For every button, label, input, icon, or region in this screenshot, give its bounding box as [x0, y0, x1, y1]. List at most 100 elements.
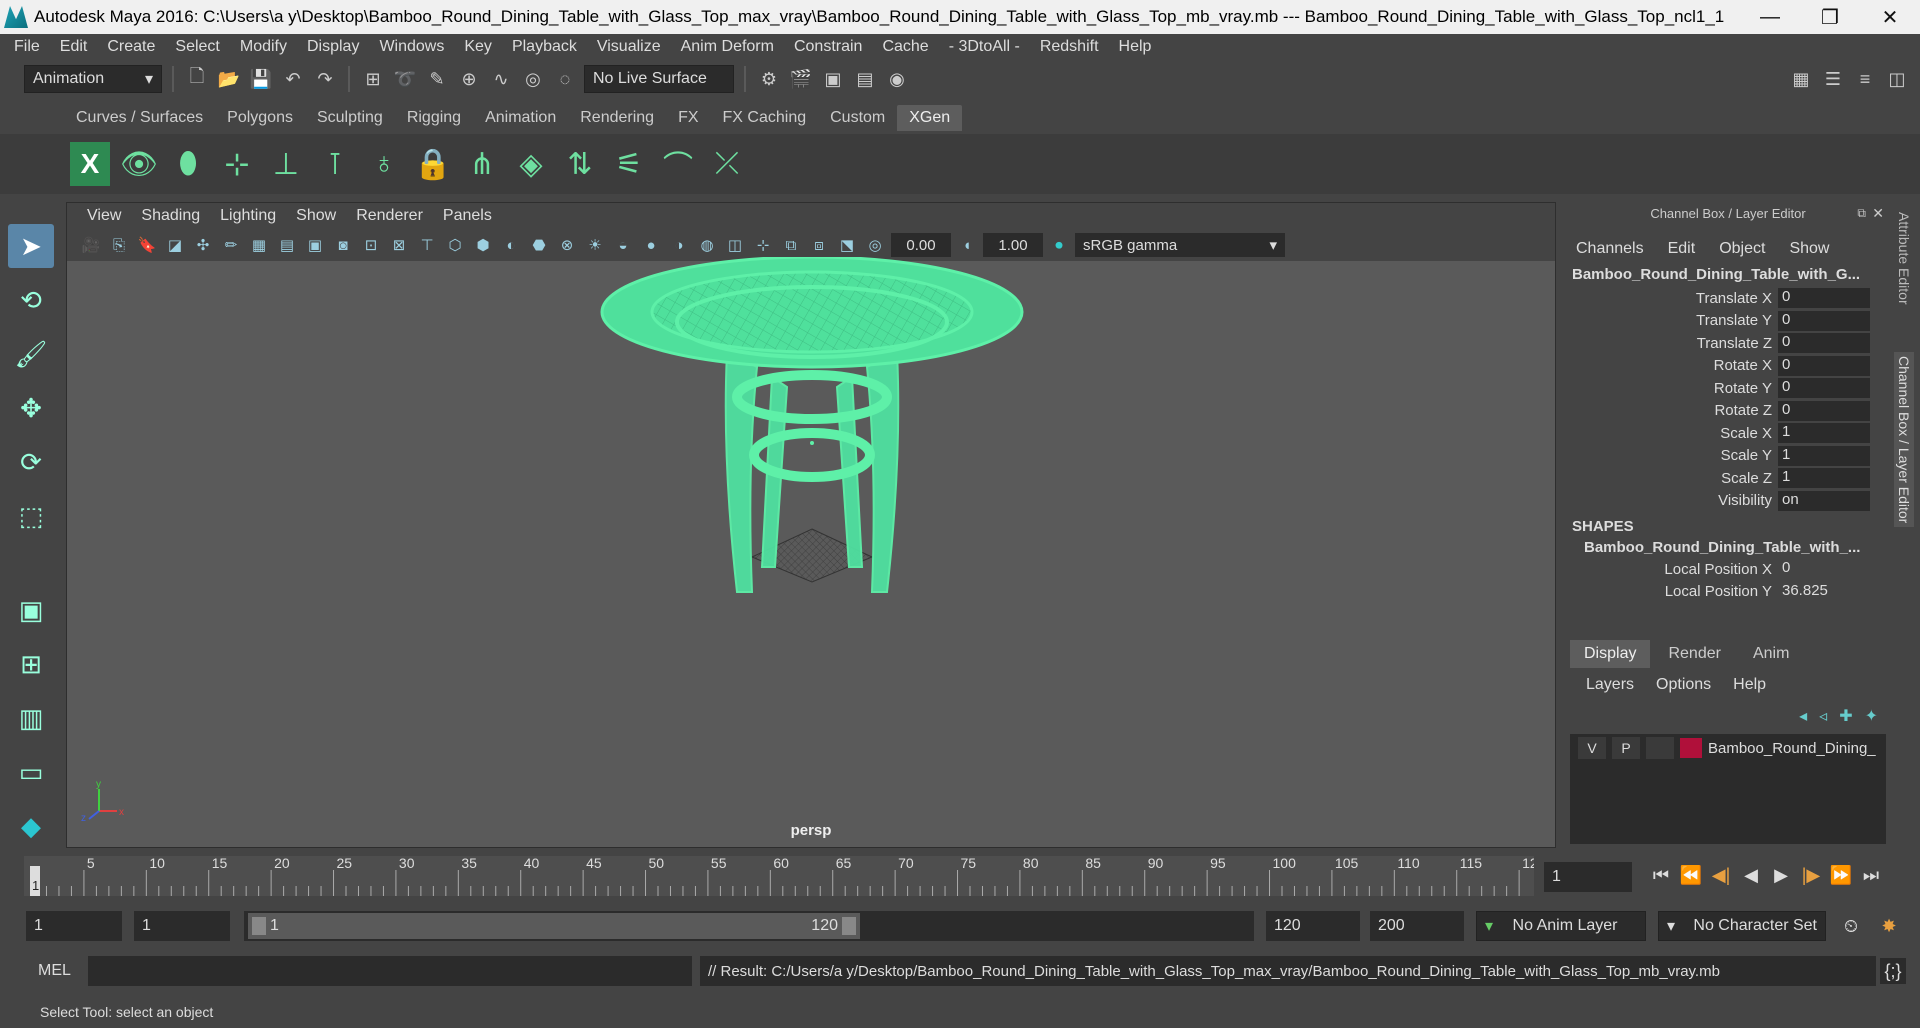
- move-tool-icon[interactable]: ✥: [8, 386, 54, 430]
- bamboo-table-wireframe[interactable]: [597, 257, 1027, 607]
- shelf-tab-fx[interactable]: FX: [666, 105, 710, 131]
- range-start-grip[interactable]: [252, 917, 266, 935]
- use-all-lights-icon[interactable]: ☀: [583, 233, 607, 257]
- image-plane-icon[interactable]: ◪: [163, 233, 187, 257]
- attr-value-field[interactable]: 0: [1778, 355, 1870, 376]
- 2d-pan-icon[interactable]: ✣: [191, 233, 215, 257]
- xgen-add-guide-icon[interactable]: ⊥: [266, 142, 306, 186]
- menu-key[interactable]: Key: [454, 38, 502, 56]
- viewport-menu-view[interactable]: View: [77, 207, 131, 225]
- move-layer-down-icon[interactable]: ◃: [1819, 706, 1827, 726]
- tool-settings-toggle-icon[interactable]: ≡: [1852, 66, 1878, 92]
- exposure-icon[interactable]: ◎: [863, 233, 887, 257]
- xgen-guide-lock-icon[interactable]: ♁: [364, 142, 404, 186]
- current-frame-field[interactable]: 1: [1544, 862, 1632, 892]
- xgen-place-guide-icon[interactable]: ⊹: [217, 142, 257, 186]
- lasso-select-icon[interactable]: ➰: [392, 66, 418, 92]
- wireframe-on-shaded-icon[interactable]: ◐: [499, 233, 523, 257]
- layer-tab-anim[interactable]: Anim: [1739, 640, 1803, 668]
- step-back-key-icon[interactable]: ⏪: [1678, 862, 1704, 888]
- play-forward-icon[interactable]: ▶: [1768, 862, 1794, 888]
- time-ruler[interactable]: 5 10 15 20 25 30 35 40 45 50 55 60 65 70 75 80 85 90 95 100…: [24, 855, 1538, 896]
- xgen-patch-icon[interactable]: ◈: [511, 142, 551, 186]
- snap-point-icon[interactable]: ◎: [520, 66, 546, 92]
- grid-icon[interactable]: ▦: [247, 233, 271, 257]
- attr-label[interactable]: Local Position X: [1566, 561, 1778, 578]
- attr-value-field[interactable]: 0: [1778, 333, 1870, 354]
- menu-help[interactable]: Help: [1109, 38, 1162, 56]
- xgen-sculpt-guide-icon[interactable]: ⊺: [315, 142, 355, 186]
- layer-playback-toggle[interactable]: P: [1612, 737, 1640, 759]
- menu-3dtoall[interactable]: - 3DtoAll -: [939, 38, 1030, 56]
- depth-of-field-icon[interactable]: ◫: [723, 233, 747, 257]
- move-layer-up-icon[interactable]: ◂: [1799, 706, 1807, 726]
- xray-icon[interactable]: ⊗: [555, 233, 579, 257]
- float-panel-icon[interactable]: ⧉: [1857, 206, 1866, 221]
- attr-value-field[interactable]: 0: [1778, 400, 1870, 421]
- layer-tab-display[interactable]: Display: [1570, 640, 1651, 668]
- playback-start-field[interactable]: 1: [134, 911, 230, 941]
- step-forward-frame-icon[interactable]: |▶: [1798, 862, 1824, 888]
- command-input[interactable]: [88, 956, 692, 986]
- attr-value-field[interactable]: 0: [1778, 378, 1870, 399]
- playback-end-field[interactable]: 120: [1266, 911, 1360, 941]
- modeling-toolkit-icon[interactable]: ▦: [1788, 66, 1814, 92]
- xray-joints-icon[interactable]: ⧉: [779, 233, 803, 257]
- select-tool-icon[interactable]: ➤: [8, 224, 54, 268]
- selected-object-name[interactable]: Bamboo_Round_Dining_Table_with_G...: [1566, 262, 1890, 287]
- snap-curve-icon[interactable]: ∿: [488, 66, 514, 92]
- snap-grid-icon[interactable]: ⊕: [456, 66, 482, 92]
- single-perspective-layout-icon[interactable]: ▣: [8, 588, 54, 632]
- xgen-delete-guide-icon[interactable]: ⤫: [707, 142, 747, 186]
- ambient-occlusion-icon[interactable]: ●: [639, 233, 663, 257]
- menu-windows[interactable]: Windows: [369, 38, 454, 56]
- paint-select-tool-icon[interactable]: 🖌: [8, 332, 54, 376]
- menu-anim-deform[interactable]: Anim Deform: [671, 38, 784, 56]
- outliner-layout-icon[interactable]: ▥: [8, 696, 54, 740]
- attribute-editor-toggle-icon[interactable]: ☰: [1820, 66, 1846, 92]
- character-set-dropdown[interactable]: ▾ No Character Set: [1658, 911, 1826, 941]
- attr-value-field[interactable]: 1: [1778, 468, 1870, 489]
- rotate-tool-icon[interactable]: ⟳: [8, 440, 54, 484]
- menu-constrain[interactable]: Constrain: [784, 38, 872, 56]
- layer-name[interactable]: Bamboo_Round_Dining_: [1708, 740, 1876, 757]
- close-button[interactable]: ✕: [1860, 5, 1920, 30]
- field-chart-icon[interactable]: ⊡: [359, 233, 383, 257]
- render-view-icon[interactable]: ▤: [852, 66, 878, 92]
- gamma-field[interactable]: 1.00: [983, 233, 1043, 257]
- range-end-grip[interactable]: [842, 917, 856, 935]
- viewport-menu-renderer[interactable]: Renderer: [346, 207, 433, 225]
- minimize-button[interactable]: —: [1740, 6, 1800, 29]
- layer-visibility-toggle[interactable]: V: [1578, 737, 1606, 759]
- lasso-tool-icon[interactable]: ⟲: [8, 278, 54, 322]
- attr-label[interactable]: Translate Y: [1566, 312, 1778, 329]
- attr-value-field[interactable]: 36.825: [1778, 582, 1870, 602]
- attr-label[interactable]: Translate X: [1566, 290, 1778, 307]
- bookmark-icon[interactable]: 🔖: [135, 233, 159, 257]
- xgen-curve-guide-icon[interactable]: ⌒: [658, 142, 698, 186]
- shelf-tab-animation[interactable]: Animation: [473, 105, 568, 131]
- maya-home-icon[interactable]: ◆: [8, 804, 54, 848]
- menu-visualize[interactable]: Visualize: [587, 38, 671, 56]
- xgen-groom-icon[interactable]: ⚟: [609, 142, 649, 186]
- attr-label[interactable]: Translate Z: [1566, 335, 1778, 352]
- xgen-preview-icon[interactable]: 👁: [119, 142, 159, 186]
- camera-select-icon[interactable]: 🎥: [79, 233, 103, 257]
- render-settings-icon[interactable]: ⚙: [756, 66, 782, 92]
- layer-row[interactable]: V P Bamboo_Round_Dining_: [1570, 734, 1886, 762]
- layer-color-swatch[interactable]: [1680, 738, 1702, 758]
- textured-icon[interactable]: ⬣: [527, 233, 551, 257]
- attr-value-field[interactable]: 1: [1778, 445, 1870, 466]
- render-frame-icon[interactable]: 🎬: [788, 66, 814, 92]
- attr-value-field[interactable]: 0: [1778, 288, 1870, 309]
- range-slider-handle[interactable]: 1 120: [248, 913, 860, 939]
- ipr-render-icon[interactable]: ▣: [820, 66, 846, 92]
- viewport-panel[interactable]: View Shading Lighting Show Renderer Pane…: [66, 202, 1556, 848]
- safe-title-icon[interactable]: ⊤: [415, 233, 439, 257]
- gate-mask-icon[interactable]: ◙: [331, 233, 355, 257]
- step-back-frame-icon[interactable]: ◀|: [1708, 862, 1734, 888]
- attr-label[interactable]: Rotate Z: [1566, 402, 1778, 419]
- camera-attributes-icon[interactable]: ⎘: [107, 233, 131, 257]
- go-to-end-icon[interactable]: ⏭: [1858, 862, 1884, 888]
- shadows-icon[interactable]: ◒: [611, 233, 635, 257]
